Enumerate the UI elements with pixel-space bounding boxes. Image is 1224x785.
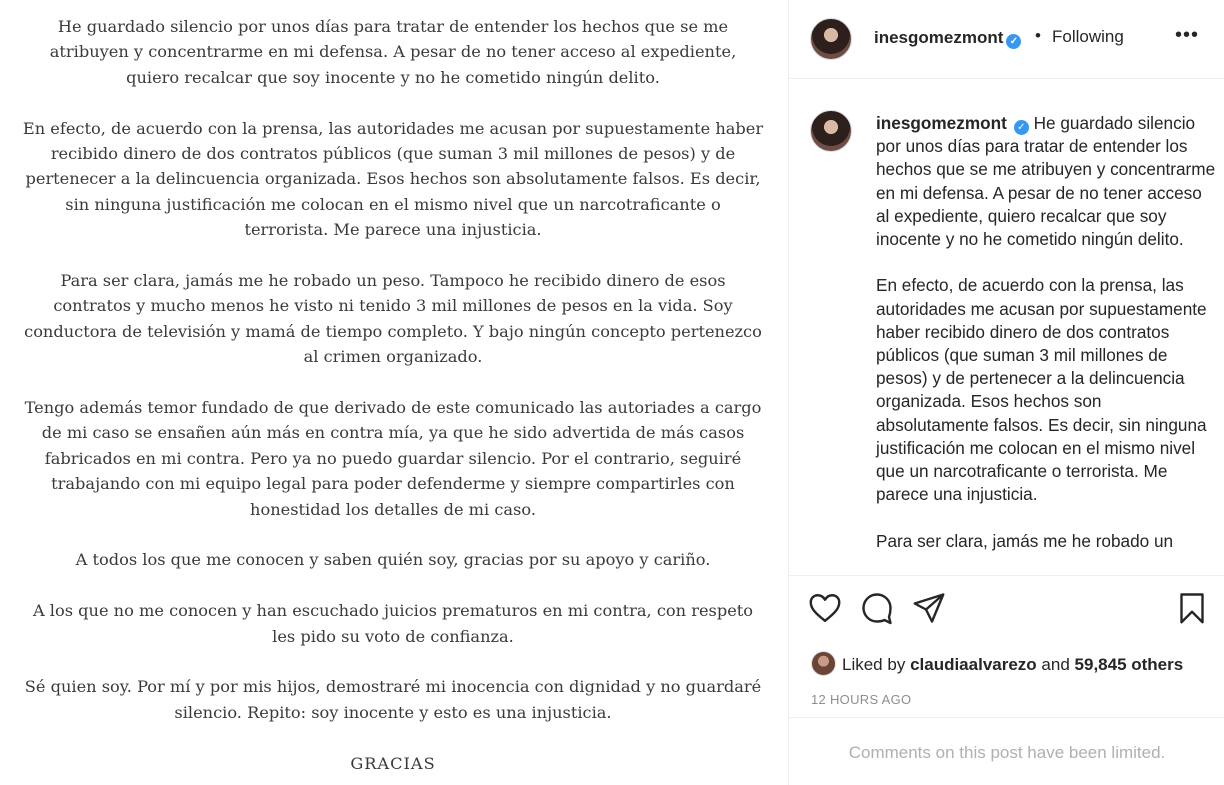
username-text[interactable]: inesgomezmont (874, 28, 1003, 47)
caption-paragraph: inesgomezmont ✓ He guardado silencio por … (876, 112, 1216, 251)
statement-paragraph: A los que no me conocen y han escuchado … (32, 601, 754, 646)
caption-paragraph: En efecto, de acuerdo con la prensa, las… (876, 275, 1207, 505)
comment-icon (862, 593, 892, 625)
caption-text: inesgomezmont ✓ He guardado silencio por … (876, 112, 1216, 575)
verified-badge-icon: ✓ (1006, 34, 1022, 49)
post-actions (789, 590, 1224, 634)
liker-username[interactable]: claudiaalvarezo (910, 655, 1037, 674)
likes-prefix: Liked by (842, 655, 906, 674)
liker-avatar[interactable] (811, 651, 836, 676)
statement-paragraph: Sé quien soy. Por mí y por mis hijos, de… (24, 677, 762, 722)
caption-avatar[interactable] (810, 110, 852, 152)
post-timestamp[interactable]: 12 HOURS AGO (811, 692, 911, 707)
statement-paragraph: En efecto, de acuerdo con la prensa, las… (22, 118, 764, 240)
likes-conjunction: and (1041, 655, 1070, 674)
likes-summary: Liked by claudiaalvarezo and 59,845 othe… (811, 651, 1183, 676)
likes-count[interactable]: 59,845 others (1075, 655, 1184, 674)
caption-area[interactable]: inesgomezmont ✓ He guardado silencio por … (789, 80, 1224, 576)
caption-paragraph: Para ser clara, jamás me he robado un (876, 530, 1174, 551)
caption-paragraph-text: He guardado silencio por unos días para … (876, 113, 1216, 250)
share-icon (913, 593, 945, 623)
comment-button[interactable] (859, 590, 899, 630)
post-image[interactable]: He guardado silencio por unos días para … (0, 0, 788, 785)
statement-paragraph: He guardado silencio por unos días para … (49, 17, 737, 87)
statement-paragraph: Tengo además temor fundado de que deriva… (24, 398, 762, 519)
comments-limited-notice: Comments on this post have been limited. (789, 717, 1224, 785)
separator-dot: • (1035, 26, 1041, 45)
like-button[interactable] (807, 590, 847, 630)
statement-paragraph: A todos los que me conocen y saben quién… (75, 550, 711, 570)
verified-badge-icon: ✓ (1013, 120, 1029, 135)
post-side-panel: inesgomezmont ✓ • Following ••• inesgomez… (788, 0, 1224, 785)
share-button[interactable] (911, 590, 951, 630)
heart-icon (809, 594, 841, 622)
following-button[interactable]: Following (1052, 27, 1124, 47)
save-button[interactable] (1174, 590, 1214, 630)
statement-closing: GRACIAS (350, 753, 436, 773)
post-header: inesgomezmont ✓ • Following ••• (789, 0, 1224, 79)
statement-paragraph: Para ser clara, jamás me he robado un pe… (24, 271, 762, 367)
bookmark-icon (1180, 593, 1204, 624)
header-username[interactable]: inesgomezmont ✓ (874, 28, 1022, 49)
caption-username[interactable]: inesgomezmont (876, 113, 1007, 133)
more-options-icon[interactable]: ••• (1175, 24, 1199, 47)
avatar[interactable] (810, 18, 852, 60)
statement-text: He guardado silencio por unos días para … (22, 14, 764, 776)
